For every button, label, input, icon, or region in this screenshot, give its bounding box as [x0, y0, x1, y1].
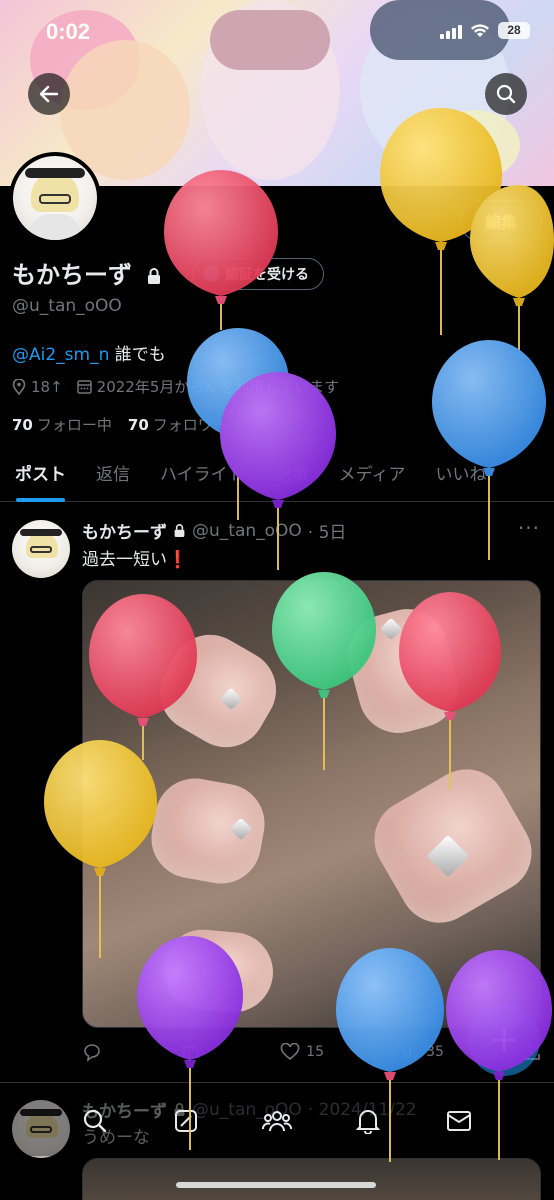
profile-handle: @u_tan_oOO	[12, 296, 122, 316]
nav-notifications[interactable]	[353, 1106, 383, 1136]
compose-post-button[interactable]	[468, 1004, 540, 1076]
following-link[interactable]: 70 フォロー中	[12, 414, 112, 435]
home-indicator[interactable]	[176, 1182, 376, 1188]
nav-grok[interactable]	[171, 1106, 201, 1136]
post-media-image[interactable]	[82, 580, 541, 1028]
search-button[interactable]	[485, 73, 527, 115]
post-time: · 5日	[307, 523, 347, 543]
profile-bio: @Ai2_sm_n 誰でも	[12, 340, 166, 365]
bio-text: 誰でも	[114, 345, 166, 365]
lock-icon	[174, 524, 185, 537]
battery-indicator: 28	[498, 22, 530, 39]
tab-replies[interactable]: 返信	[81, 450, 145, 502]
post-author-name[interactable]: もかちーず	[82, 518, 167, 543]
grok-icon	[175, 1110, 198, 1132]
followers-count: 70	[127, 416, 149, 434]
bio-mention-link[interactable]: @Ai2_sm_n	[12, 345, 109, 365]
post-header: もかちーず @u_tan_oOO · 5日	[82, 518, 347, 544]
verified-check-icon	[203, 266, 219, 282]
search-icon	[496, 84, 516, 104]
joined-item: 2022年5月からX を利用しています	[76, 376, 339, 397]
like-button[interactable]: 15	[280, 1043, 324, 1061]
views-icon	[404, 1047, 416, 1059]
followers-label: フォロワー	[152, 416, 228, 434]
location-pin-icon	[12, 378, 26, 395]
nav-search[interactable]	[80, 1106, 110, 1136]
following-label: フォロー中	[36, 416, 112, 434]
post-author-handle: @u_tan_oOO	[192, 520, 302, 541]
tab-posts[interactable]: ポスト	[0, 450, 81, 502]
people-icon	[261, 1111, 292, 1132]
following-count: 70	[12, 416, 33, 434]
followers-link[interactable]: 70 フォロワー	[128, 414, 228, 435]
tab-media[interactable]: メディア	[324, 450, 421, 502]
views-button[interactable]: 35	[402, 1043, 444, 1061]
bottom-navigation	[0, 1086, 554, 1156]
profile-name-text: もかちーず	[12, 261, 132, 289]
calendar-icon	[76, 380, 92, 394]
like-count: 15	[306, 1044, 324, 1060]
profile-name: もかちーず	[12, 255, 162, 290]
arrow-left-icon	[39, 85, 59, 103]
post-more-button[interactable]: ···	[518, 516, 540, 540]
get-verified-button[interactable]: 認証を受ける	[192, 258, 324, 290]
repost-button[interactable]	[180, 1042, 202, 1062]
profile-tabs: ポスト 返信 ハイライト 記事 メディア いいね	[0, 450, 554, 502]
wifi-icon	[471, 23, 489, 37]
status-time: 0:02	[46, 19, 91, 44]
heart-icon	[280, 1043, 300, 1061]
reply-icon	[84, 1044, 100, 1062]
lock-icon	[148, 268, 161, 284]
reply-button[interactable]	[82, 1042, 102, 1062]
system-icons: 28	[440, 22, 530, 39]
follow-stats: 70 フォロー中 70 フォロワー	[12, 414, 228, 435]
profile-avatar[interactable]	[9, 152, 101, 244]
nav-messages[interactable]	[444, 1106, 474, 1136]
post-text: 過去一短い❗	[82, 550, 189, 570]
joined-text: 2022年5月からX を利用しています	[96, 378, 339, 396]
bell-icon	[355, 1110, 380, 1134]
verify-label: 認証を受ける	[225, 267, 309, 283]
search-icon	[84, 1109, 107, 1133]
cellular-signal-icon	[440, 23, 462, 39]
post-avatar[interactable]	[12, 520, 70, 578]
avatar-image	[13, 156, 97, 240]
plus-icon	[492, 1028, 516, 1052]
location-text: 18↑	[31, 377, 63, 396]
tab-likes[interactable]: いいね	[420, 450, 501, 502]
back-button[interactable]	[28, 73, 70, 115]
location-item: 18↑	[12, 378, 63, 396]
post-media-image[interactable]	[82, 1158, 541, 1200]
edit-profile-button[interactable]: 編集	[460, 200, 542, 242]
tab-articles[interactable]: 記事	[260, 450, 324, 502]
mail-icon	[446, 1111, 471, 1131]
view-count: 35	[426, 1044, 444, 1060]
status-bar: 0:02 28	[0, 0, 554, 64]
repost-icon	[183, 1043, 199, 1061]
tab-highlights[interactable]: ハイライト	[145, 450, 260, 502]
nav-communities[interactable]	[261, 1106, 292, 1136]
post-divider	[0, 1082, 554, 1083]
profile-meta: 18↑ 2022年5月からX を利用しています	[12, 376, 339, 397]
